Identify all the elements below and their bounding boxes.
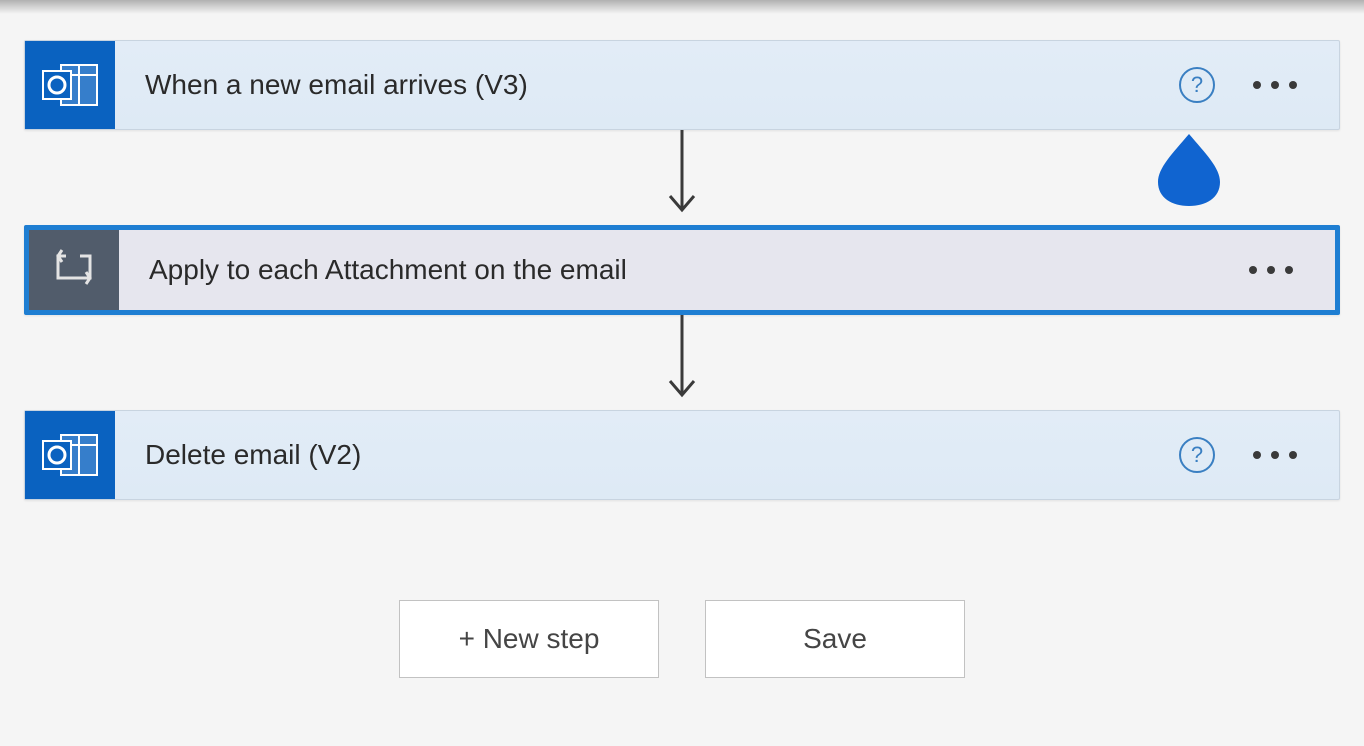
step-title: Apply to each Attachment on the email [119, 254, 1249, 286]
cursor-pointer-icon[interactable] [1154, 130, 1224, 208]
step-actions: ? [1179, 67, 1339, 103]
flow-step-trigger[interactable]: When a new email arrives (V3) ? [24, 40, 1340, 130]
more-icon[interactable] [1249, 266, 1293, 274]
help-icon[interactable]: ? [1179, 437, 1215, 473]
more-icon[interactable] [1253, 81, 1297, 89]
loop-icon [29, 230, 119, 310]
connector-arrow [24, 130, 1340, 225]
step-title: Delete email (V2) [115, 439, 1179, 471]
connector-arrow [24, 315, 1340, 410]
flow-canvas: When a new email arrives (V3) ? Apply to… [0, 0, 1364, 708]
more-icon[interactable] [1253, 451, 1297, 459]
outlook-icon [25, 41, 115, 129]
step-title: When a new email arrives (V3) [115, 69, 1179, 101]
step-actions: ? [1179, 437, 1339, 473]
flow-step-apply-each[interactable]: Apply to each Attachment on the email [24, 225, 1340, 315]
save-button[interactable]: Save [705, 600, 965, 678]
footer-buttons: + New step Save [24, 600, 1340, 678]
outlook-icon [25, 411, 115, 499]
new-step-button[interactable]: + New step [399, 600, 659, 678]
flow-step-delete-email[interactable]: Delete email (V2) ? [24, 410, 1340, 500]
step-actions [1249, 266, 1335, 274]
help-icon[interactable]: ? [1179, 67, 1215, 103]
